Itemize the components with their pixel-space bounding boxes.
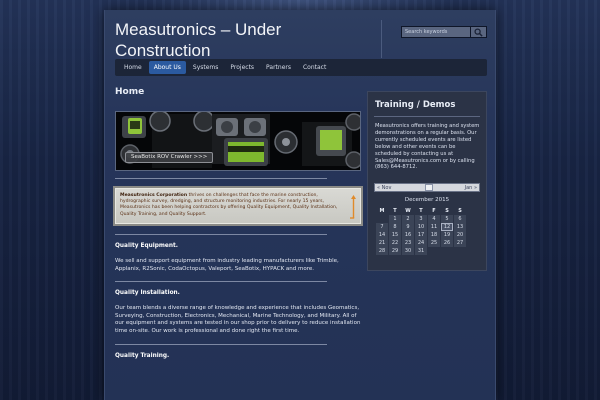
calendar-empty-cell xyxy=(428,247,440,255)
search-input[interactable] xyxy=(401,26,471,38)
calendar-next-link[interactable]: Jan » xyxy=(465,184,477,192)
calendar-day[interactable]: 15 xyxy=(389,231,401,240)
section-heading: Quality Training. xyxy=(115,353,170,359)
calendar-day[interactable]: 12 xyxy=(441,223,453,232)
nav-home[interactable]: Home xyxy=(119,61,147,74)
section-heading: Quality Equipment. xyxy=(115,243,178,249)
sidebar-text: Measutronics offers training and system … xyxy=(375,123,480,171)
intro-notice: Measutronics Corporation thrives on chal… xyxy=(115,188,361,224)
sidebar-widget: Training / Demos Measutronics offers tra… xyxy=(367,91,487,271)
calendar-day[interactable]: 5 xyxy=(441,215,453,224)
calendar-day[interactable]: 23 xyxy=(402,239,414,248)
calendar-day[interactable]: 11 xyxy=(428,223,440,232)
calendar-grid: M T W T F S S 1 2 3 4 5 6 7 8 9 10 11 12 13 14 15 16 17 1… xyxy=(375,206,467,256)
calendar-day[interactable]: 31 xyxy=(415,247,427,256)
calendar-day[interactable]: 17 xyxy=(415,231,427,240)
calendar-empty-cell xyxy=(454,247,466,255)
nav-contact[interactable]: Contact xyxy=(298,61,331,74)
arrow-up-icon xyxy=(350,195,356,219)
weekday-label: T xyxy=(419,207,423,214)
calendar-nav: « Nov Jan » xyxy=(374,183,480,193)
calendar-day[interactable]: 6 xyxy=(454,215,466,224)
divider xyxy=(115,178,327,179)
calendar-day[interactable]: 27 xyxy=(454,239,466,248)
sidebar-divider xyxy=(374,116,480,117)
weekday-label: F xyxy=(432,207,436,214)
notice-company: Measutronics Corporation xyxy=(120,193,188,198)
calendar-day[interactable]: 25 xyxy=(428,239,440,248)
divider xyxy=(115,234,327,235)
calendar-day[interactable]: 30 xyxy=(402,247,414,256)
calendar-day[interactable]: 2 xyxy=(402,215,414,224)
page-container: Measutronics – Under Construction Home A… xyxy=(104,10,496,400)
calendar-day[interactable]: 14 xyxy=(376,231,388,240)
calendar-day[interactable]: 20 xyxy=(454,231,466,240)
weekday-label: T xyxy=(393,207,397,214)
calendar-day[interactable]: 13 xyxy=(454,223,466,232)
calendar-day[interactable]: 22 xyxy=(389,239,401,248)
main-nav: Home About Us Systems Projects Partners … xyxy=(115,59,487,76)
site-title[interactable]: Measutronics – Under Construction xyxy=(115,19,365,61)
weekday-label: S xyxy=(458,207,462,214)
banner-slideshow[interactable]: SeaBotix ROV Crawler >>> xyxy=(115,111,361,171)
calendar-day[interactable]: 7 xyxy=(376,223,388,232)
calendar-day[interactable]: 10 xyxy=(415,223,427,232)
calendar-prev-link[interactable]: « Nov xyxy=(377,184,391,192)
calendar-day[interactable]: 9 xyxy=(402,223,414,232)
calendar-day[interactable]: 29 xyxy=(389,247,401,256)
divider xyxy=(115,281,327,282)
calendar-day[interactable]: 19 xyxy=(441,231,453,240)
calendar-body: 1 2 3 4 5 6 7 8 9 10 11 12 13 14 15 16 17 18 19 20 21 22 23 24 2… xyxy=(376,215,466,256)
main-content: Home SeaBotix ROV Crawler >>> Measutroni… xyxy=(115,87,361,359)
weekday-label: S xyxy=(445,207,449,214)
section-heading: Quality Installation. xyxy=(115,290,180,296)
calendar-day[interactable]: 1 xyxy=(389,215,401,224)
nav-partners[interactable]: Partners xyxy=(261,61,296,74)
nav-projects[interactable]: Projects xyxy=(225,61,259,74)
calendar-scroll-handle[interactable] xyxy=(425,184,433,192)
divider xyxy=(115,344,327,345)
nav-systems[interactable]: Systems xyxy=(188,61,224,74)
page-title: Home xyxy=(115,87,145,97)
search-form xyxy=(401,26,487,38)
search-button[interactable] xyxy=(471,26,487,38)
weekday-label: W xyxy=(405,207,411,214)
calendar-week-row: 21 22 23 24 25 26 27 xyxy=(376,239,466,248)
nav-about-us[interactable]: About Us xyxy=(148,61,186,74)
calendar-empty-cell xyxy=(441,247,453,255)
section-body: Our team blends a diverse range of knowl… xyxy=(115,305,361,334)
calendar-day[interactable]: 4 xyxy=(428,215,440,224)
calendar-day[interactable]: 26 xyxy=(441,239,453,248)
weekday-label: M xyxy=(379,207,385,214)
calendar-week-row: 14 15 16 17 18 19 20 xyxy=(376,231,466,240)
calendar-caption: December 2015 xyxy=(404,197,450,204)
calendar-week-row: 7 8 9 10 11 12 13 xyxy=(376,223,466,232)
section-body: We sell and support equipment from indus… xyxy=(115,258,339,272)
calendar-day[interactable]: 28 xyxy=(376,247,388,256)
header-divider xyxy=(381,20,382,58)
calendar-day[interactable]: 21 xyxy=(376,239,388,248)
calendar-day[interactable]: 8 xyxy=(389,223,401,232)
calendar-empty-cell xyxy=(376,215,388,223)
calendar-week-row: 123456 xyxy=(376,215,466,224)
sidebar-title: Training / Demos xyxy=(375,100,456,110)
calendar-day[interactable]: 16 xyxy=(402,231,414,240)
calendar-day[interactable]: 3 xyxy=(415,215,427,224)
search-icon xyxy=(474,27,483,37)
calendar-week-row: 28 29 30 31 xyxy=(376,247,466,256)
banner-caption[interactable]: SeaBotix ROV Crawler >>> xyxy=(125,152,213,163)
calendar-day[interactable]: 18 xyxy=(428,231,440,240)
calendar-day[interactable]: 24 xyxy=(415,239,427,248)
